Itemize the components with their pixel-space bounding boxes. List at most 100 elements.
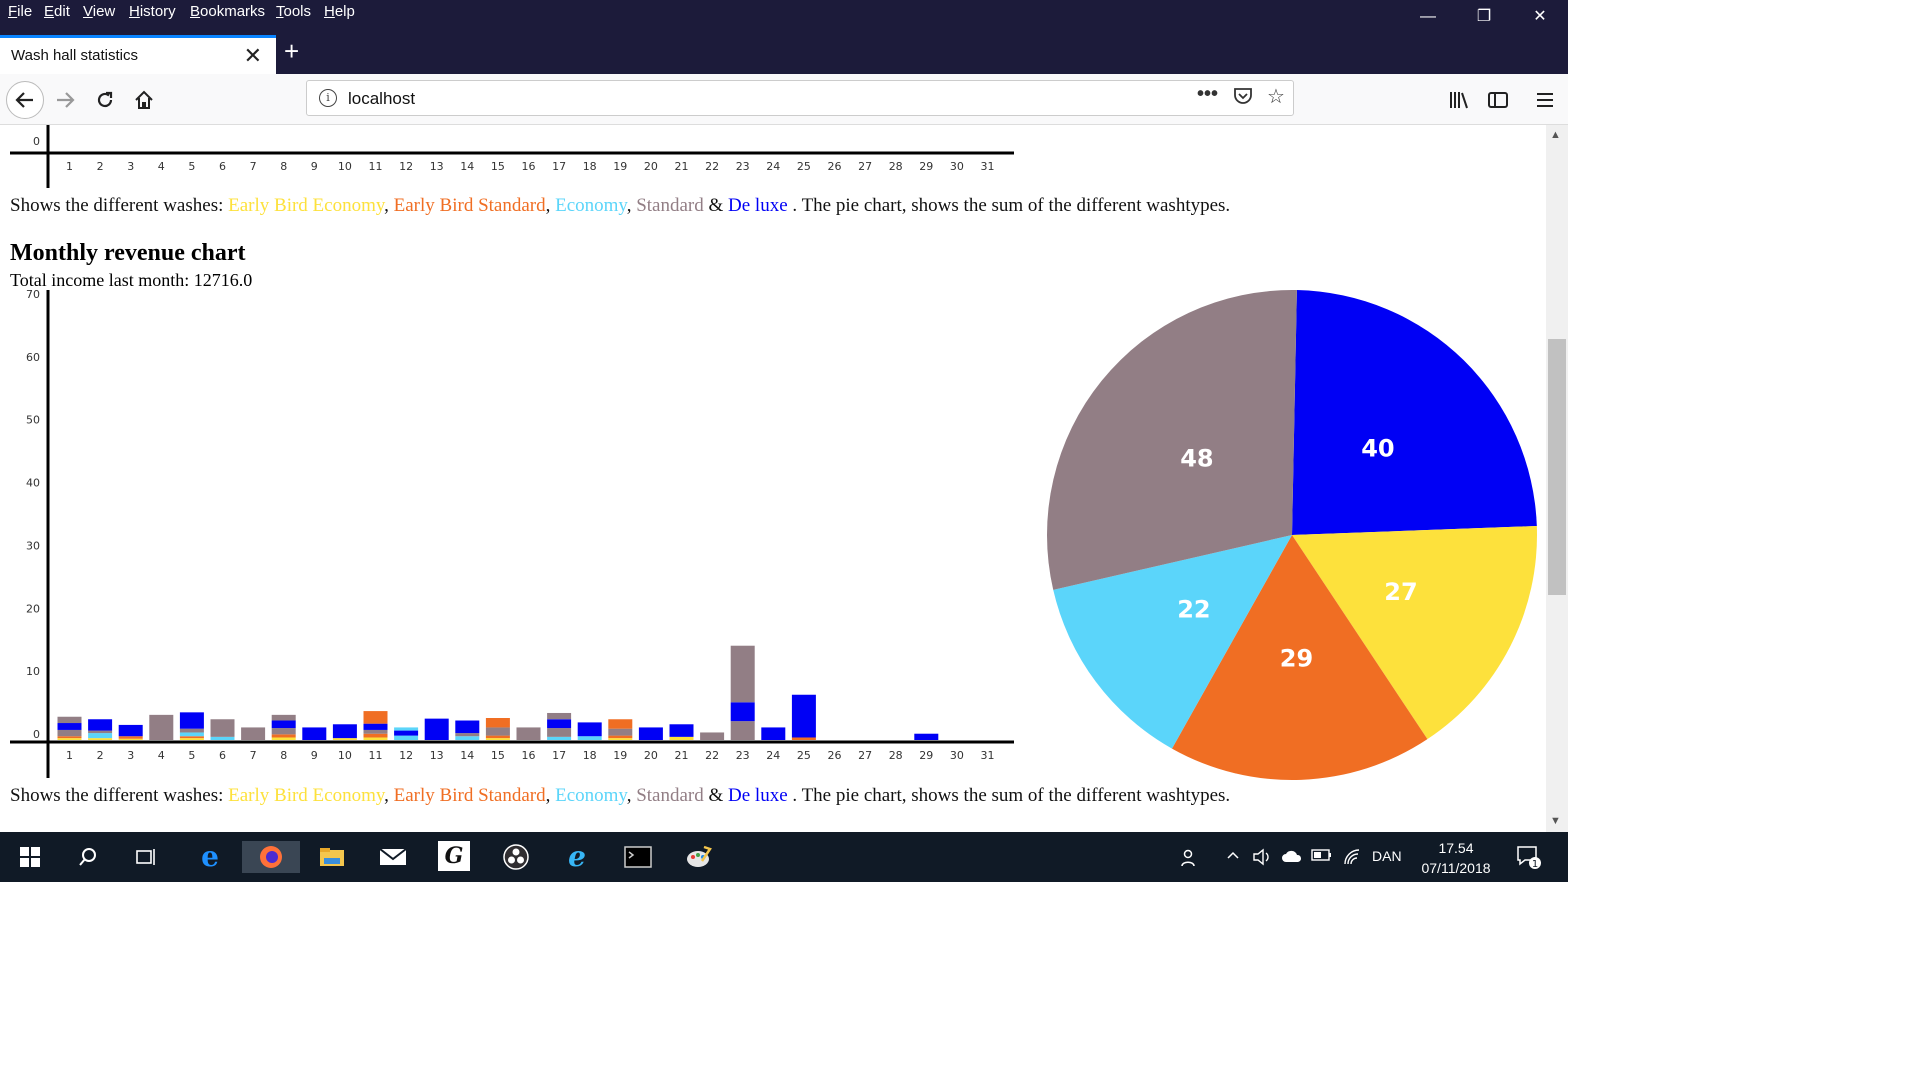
bar-segment xyxy=(669,736,694,740)
sidebar-icon[interactable] xyxy=(1481,83,1515,117)
page-scrollbar[interactable]: ▲ ▼ xyxy=(1546,125,1568,832)
volume-icon[interactable] xyxy=(1252,848,1272,869)
clock[interactable]: 17.54 07/11/2018 xyxy=(1416,838,1496,878)
legend-intro: Shows the different washes: xyxy=(10,785,229,806)
internet-explorer-icon[interactable]: e xyxy=(557,841,597,873)
site-info-icon[interactable]: i xyxy=(319,89,337,107)
bar-segment xyxy=(57,738,82,740)
menu-tools[interactable]: Tools xyxy=(276,3,311,20)
library-icon[interactable] xyxy=(1442,83,1476,117)
pie-slice-label: 27 xyxy=(1384,578,1417,606)
paint-icon[interactable] xyxy=(679,841,719,873)
x-tick-label: 26 xyxy=(828,749,842,762)
bar-segment xyxy=(455,736,480,740)
search-icon[interactable] xyxy=(68,841,108,873)
bar-segment xyxy=(455,720,480,734)
bar-segment xyxy=(730,645,755,703)
x-tick-label: 22 xyxy=(705,160,719,173)
x-tick-label: 22 xyxy=(705,749,719,762)
menu-help[interactable]: Help xyxy=(324,3,355,20)
legend-intro: Shows the different washes: xyxy=(10,195,229,216)
start-windows-icon[interactable] xyxy=(10,841,50,873)
notifications-icon[interactable]: 1 xyxy=(1516,844,1542,873)
reload-icon[interactable] xyxy=(88,83,122,117)
x-tick-label: 4 xyxy=(158,749,165,762)
x-tick-label: 26 xyxy=(828,160,842,173)
legend-early-bird-standard: Early Bird Standard xyxy=(393,195,546,216)
x-tick-label: 12 xyxy=(399,749,413,762)
pie-slice-label: 48 xyxy=(1180,445,1213,473)
g-app-icon[interactable]: G xyxy=(438,841,470,871)
url-bar[interactable]: i localhost ••• ☆ xyxy=(306,80,1294,116)
language-indicator[interactable]: DAN xyxy=(1372,848,1402,864)
menu-bar: File Edit View History Bookmarks Tools H… xyxy=(0,0,1568,26)
onedrive-cloud-icon[interactable] xyxy=(1281,848,1303,867)
bar-segment xyxy=(485,735,510,739)
tab-wash-hall-statistics[interactable]: Wash hall statistics ✕ xyxy=(0,35,276,74)
menu-file[interactable]: File xyxy=(8,3,32,20)
bar-segment xyxy=(179,736,204,739)
scroll-down-icon[interactable]: ▼ xyxy=(1550,815,1561,827)
bar-segment xyxy=(88,733,113,739)
bar-segment xyxy=(547,728,572,737)
bar-segment xyxy=(547,736,572,740)
x-tick-label: 11 xyxy=(369,160,383,173)
x-tick-label: 10 xyxy=(338,749,352,762)
menu-view[interactable]: View xyxy=(83,3,115,20)
bar-segment xyxy=(394,730,419,736)
x-tick-label: 7 xyxy=(250,160,257,173)
firefox-icon[interactable] xyxy=(242,841,300,873)
bar-segment xyxy=(88,738,113,740)
bar-segment xyxy=(179,712,204,729)
y-tick-label: 10 xyxy=(26,665,40,678)
menu-history[interactable]: History xyxy=(129,3,176,20)
legend-economy: Economy xyxy=(555,195,627,216)
bar-segment xyxy=(363,733,388,738)
back-icon[interactable] xyxy=(6,81,44,119)
file-explorer-icon[interactable] xyxy=(312,841,352,873)
scrollbar-thumb[interactable] xyxy=(1548,339,1566,595)
edge-browser-icon[interactable]: e xyxy=(190,841,230,873)
bar-segment xyxy=(485,718,510,728)
home-icon[interactable] xyxy=(127,83,161,117)
bar-segment xyxy=(241,727,266,740)
pocket-icon[interactable] xyxy=(1233,86,1253,111)
mail-icon[interactable] xyxy=(373,841,413,873)
task-view-icon[interactable] xyxy=(126,841,166,873)
tab-close-icon[interactable]: ✕ xyxy=(244,43,262,69)
x-tick-label: 3 xyxy=(127,160,134,173)
hamburger-menu-icon[interactable] xyxy=(1528,83,1562,117)
wifi-icon[interactable] xyxy=(1343,848,1363,869)
bar-segment xyxy=(57,716,82,724)
menu-bookmarks[interactable]: Bookmarks xyxy=(190,3,265,20)
bar-segment xyxy=(149,714,174,740)
bar-segment xyxy=(700,732,725,740)
x-tick-label: 30 xyxy=(950,160,964,173)
page-actions-icon[interactable]: ••• xyxy=(1197,83,1218,106)
x-tick-label: 19 xyxy=(613,749,627,762)
menu-edit[interactable]: Edit xyxy=(44,3,70,20)
terminal-icon[interactable] xyxy=(618,841,658,873)
people-icon[interactable] xyxy=(1180,848,1200,871)
forward-icon[interactable] xyxy=(48,83,82,117)
x-tick-label: 17 xyxy=(552,749,566,762)
washes-legend-text-1: Shows the different washes: Early Bird E… xyxy=(10,195,1230,217)
x-tick-label: 29 xyxy=(919,749,933,762)
x-tick-label: 25 xyxy=(797,160,811,173)
monthly-revenue-bar-chart: 0102030405060701 2 3 4 5 6 7 8 9 10 11 12 13 14 15 16 17… xyxy=(10,290,1014,778)
x-tick-label: 6 xyxy=(219,160,226,173)
x-tick-label: 27 xyxy=(858,749,872,762)
bar-segment xyxy=(57,736,82,739)
battery-icon[interactable] xyxy=(1311,848,1333,865)
chevron-up-icon[interactable] xyxy=(1226,848,1240,865)
pie-slice-label: 29 xyxy=(1280,644,1313,672)
bar-segment xyxy=(363,723,388,730)
obs-icon[interactable] xyxy=(496,841,536,873)
y-tick-label: 0 xyxy=(33,728,40,741)
bar-segment xyxy=(485,738,510,740)
washtype-pie-chart: 40 27 29 22 48 xyxy=(1047,290,1537,780)
x-tick-label: 8 xyxy=(280,749,287,762)
scroll-up-icon[interactable]: ▲ xyxy=(1550,129,1561,141)
bookmark-star-icon[interactable]: ☆ xyxy=(1267,84,1285,109)
new-tab-button[interactable]: + xyxy=(284,36,299,67)
